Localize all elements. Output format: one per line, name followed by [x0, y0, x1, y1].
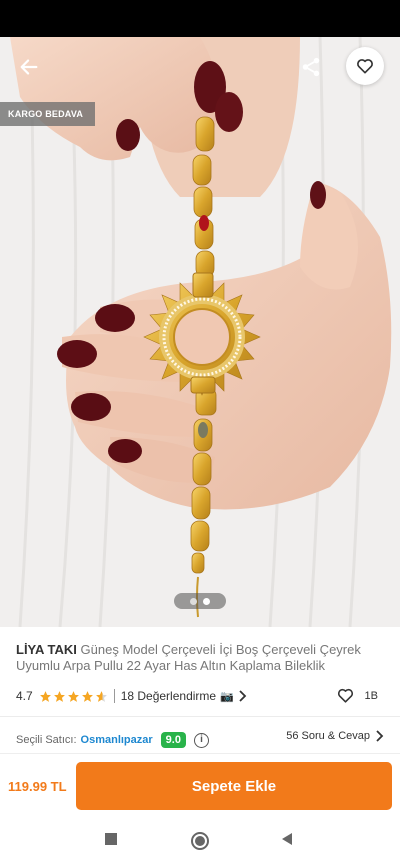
share-button[interactable] — [294, 51, 328, 83]
rating-stars — [39, 690, 108, 703]
pagination-dot[interactable] — [190, 597, 197, 605]
add-to-cart-button[interactable]: Sepete Ekle — [76, 762, 392, 810]
favorites-count-value: 1B — [364, 689, 378, 702]
seller-row: Seçili Satıcı: Osmanlıpazar 9.0 i 56 Sor… — [16, 730, 386, 750]
rating-separator — [113, 689, 115, 703]
star-icon — [53, 690, 65, 702]
share-icon — [302, 57, 320, 77]
star-half-icon — [95, 690, 107, 702]
pagination-dot-active[interactable] — [203, 597, 210, 605]
qa-link[interactable]: 56 Soru & Cevap — [286, 730, 384, 742]
divider — [0, 716, 400, 717]
star-icon — [81, 690, 93, 702]
status-bar — [0, 0, 400, 37]
rating-row[interactable]: 4.7 18 Değerlendirme 📷 1B — [16, 686, 386, 706]
back-arrow-icon — [20, 59, 38, 75]
star-icon — [67, 690, 79, 702]
heart-icon — [357, 59, 373, 74]
nav-recents-icon[interactable] — [104, 832, 118, 851]
star-icon — [39, 690, 51, 702]
price: 119.99 TL — [8, 779, 67, 794]
heart-icon — [337, 688, 353, 703]
qa-label: 56 Soru & Cevap — [286, 730, 370, 742]
free-shipping-badge: KARGO BEDAVA — [0, 102, 96, 126]
product-title: LİYA TAKI Güneş Model Çerçeveli İçi Boş … — [16, 642, 386, 674]
favorite-button[interactable] — [346, 47, 384, 85]
info-icon[interactable]: i — [193, 732, 209, 748]
favorites-count[interactable]: 1B — [336, 686, 378, 705]
nav-home-icon[interactable] — [190, 831, 210, 856]
chevron-right-icon — [376, 730, 384, 742]
back-button[interactable] — [12, 51, 46, 83]
gallery-pagination[interactable] — [174, 593, 226, 609]
nav-back-icon[interactable] — [280, 832, 294, 851]
review-count-link[interactable]: 18 Değerlendirme — [121, 689, 216, 703]
product-image-gallery[interactable]: KARGO BEDAVA — [0, 37, 400, 627]
seller-label: Seçili Satıcı: — [16, 734, 77, 746]
buy-bar: 119.99 TL Sepete Ekle — [0, 753, 400, 819]
brand-name[interactable]: LİYA TAKI — [16, 642, 77, 657]
chevron-right-icon — [237, 690, 247, 702]
system-nav-bar — [0, 819, 400, 866]
rating-value: 4.7 — [16, 689, 33, 703]
seller-score-badge: 9.0 — [160, 732, 186, 748]
camera-icon: 📷 — [220, 690, 234, 703]
seller-name-link[interactable]: Osmanlıpazar — [81, 734, 153, 746]
